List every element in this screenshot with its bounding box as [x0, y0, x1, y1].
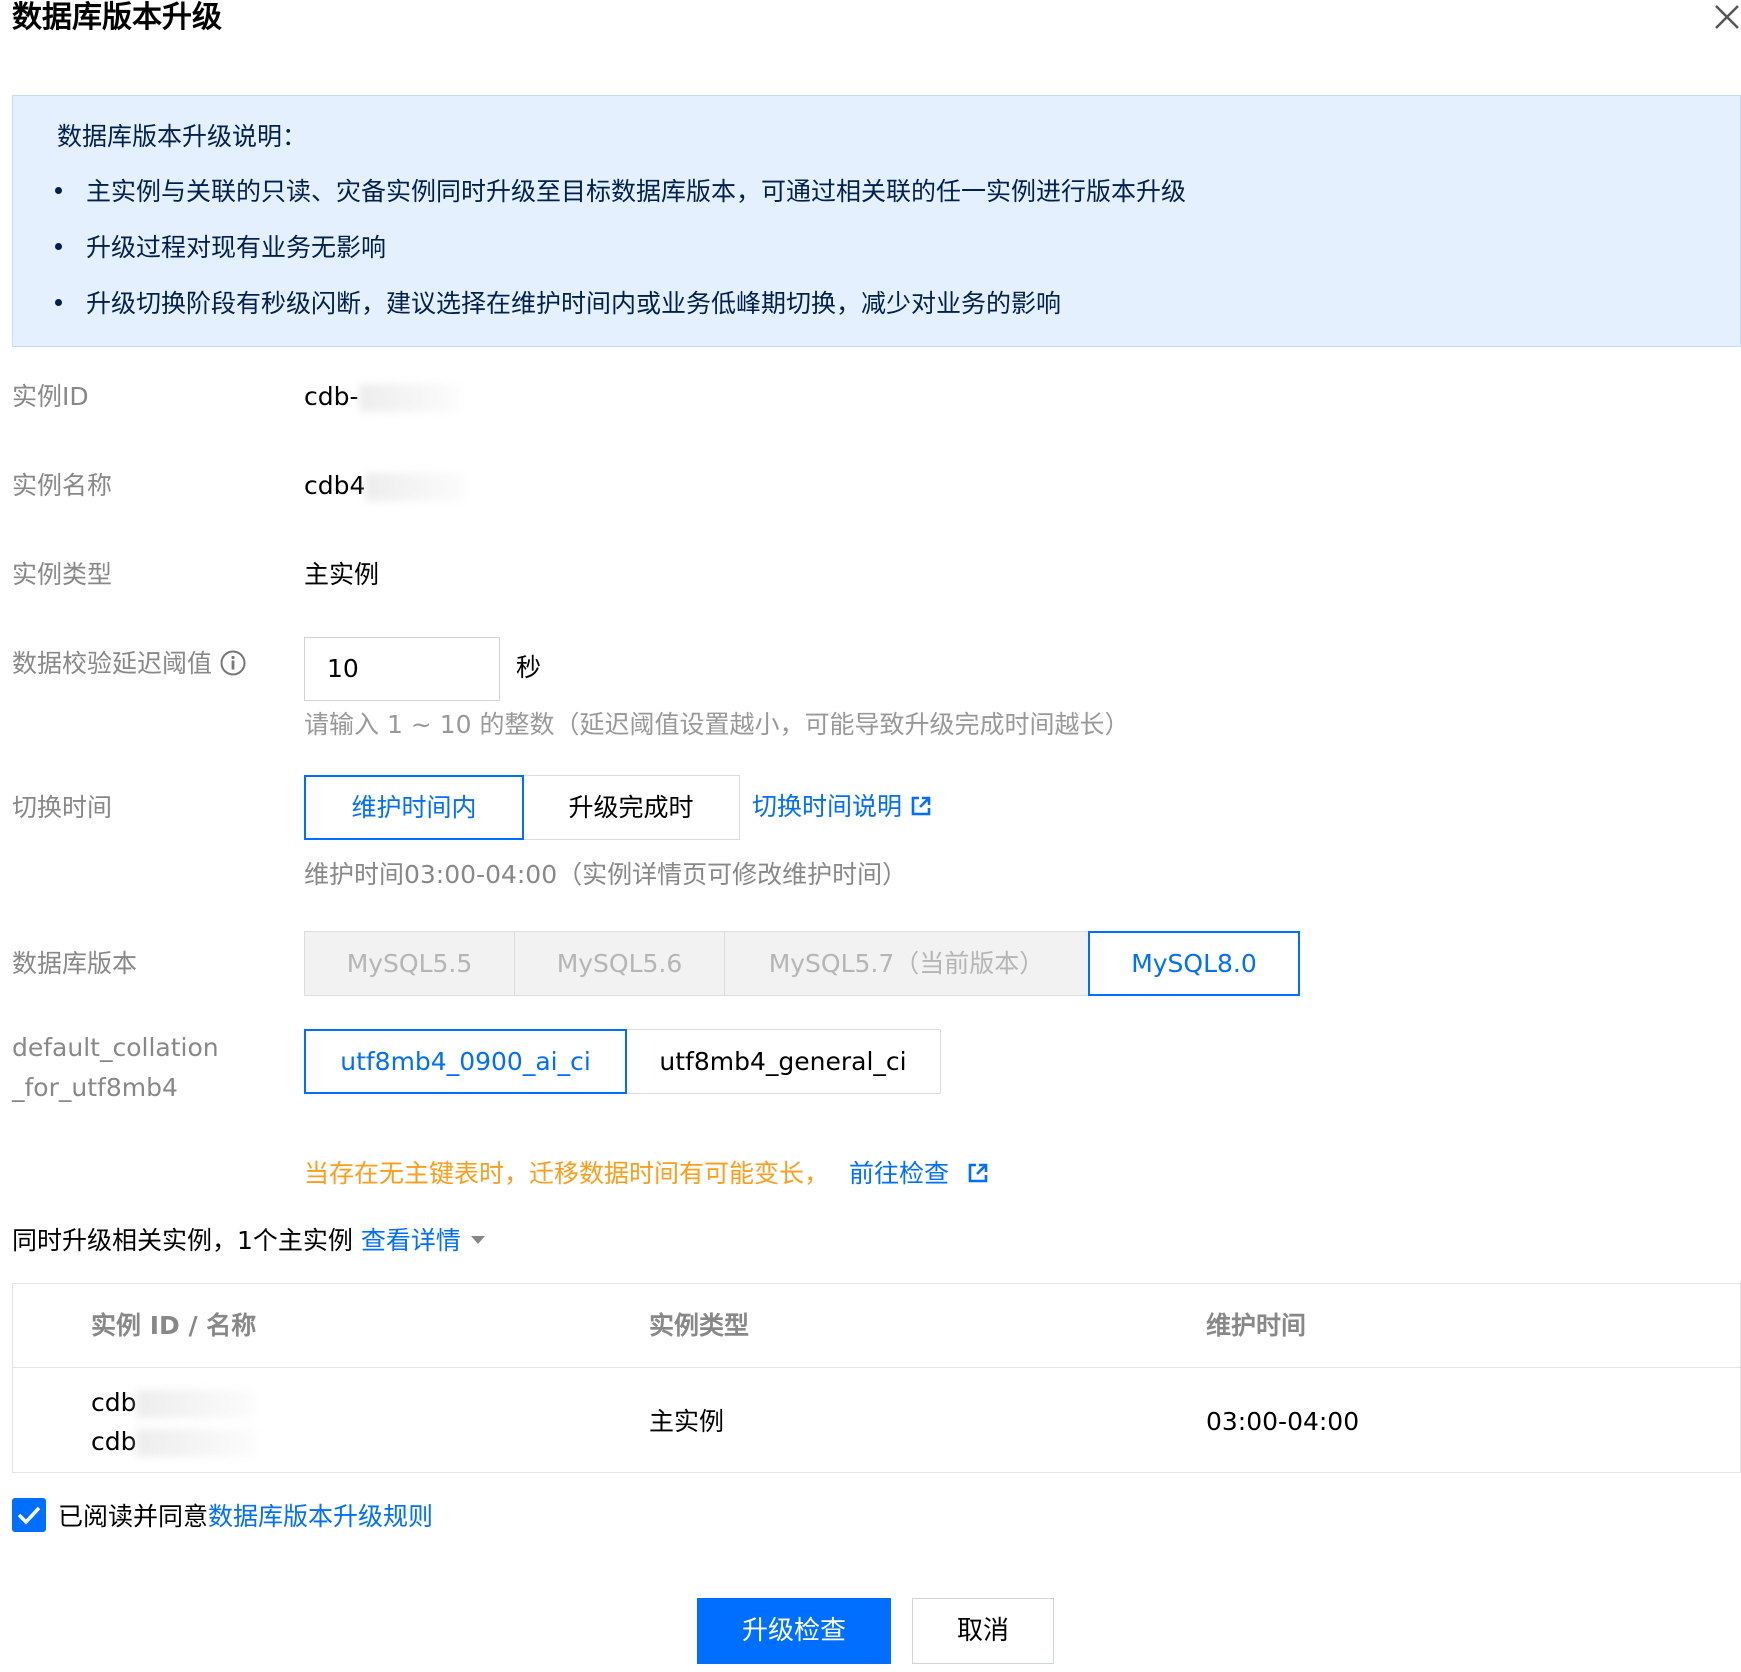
- switch-time-label: 切换时间: [12, 793, 113, 822]
- row-instance-name-text: cdb: [91, 1427, 137, 1456]
- delay-threshold-text: 数据校验延迟阈值: [12, 649, 213, 678]
- notice-heading: 数据库版本升级说明：: [57, 122, 308, 151]
- upgrade-rules-link[interactable]: 数据库版本升级规则: [208, 1502, 433, 1531]
- delay-threshold-hint: 请输入 1 ~ 10 的整数（延迟阈值设置越小，可能导致升级完成时间越长）: [304, 710, 1130, 739]
- check-link[interactable]: 前往检查: [849, 1159, 949, 1188]
- upgrade-check-button[interactable]: 升级检查: [697, 1598, 891, 1664]
- table-header: 实例 ID / 名称 实例类型 维护时间: [13, 1284, 1740, 1368]
- agreement-text: 已阅读并同意: [58, 1502, 209, 1531]
- column-header-id: 实例 ID / 名称: [91, 1311, 257, 1340]
- dialog-title: 数据库版本升级: [12, 0, 222, 35]
- agreement: 已阅读并同意数据库版本升级规则: [58, 1500, 433, 1534]
- collation-option-0900[interactable]: utf8mb4_0900_ai_ci: [304, 1029, 627, 1094]
- external-link-icon[interactable]: [967, 1162, 989, 1184]
- redacted-blur: [365, 473, 466, 501]
- cancel-button[interactable]: 取消: [912, 1598, 1054, 1664]
- version-option-mysql56[interactable]: MySQL5.6: [514, 931, 725, 996]
- no-primary-key-warning: 当存在无主键表时，迁移数据时间有可能变长， 前往检查: [304, 1157, 989, 1191]
- view-details-link[interactable]: 查看详情: [361, 1226, 461, 1255]
- related-instances-table: 实例 ID / 名称 实例类型 维护时间 cdb cdb 主实例 03:00-0…: [12, 1283, 1741, 1473]
- collation-label-line1: default_collation: [12, 1033, 219, 1062]
- switch-option-maintenance[interactable]: 维护时间内: [304, 775, 524, 840]
- switch-time-help[interactable]: 切换时间说明: [752, 790, 932, 824]
- notice-bullet: 主实例与关联的只读、灾备实例同时升级至目标数据库版本，可通过相关联的任一实例进行…: [55, 175, 1186, 209]
- collation-option-general[interactable]: utf8mb4_general_ci: [625, 1029, 941, 1094]
- related-instances: 同时升级相关实例，1个主实例 查看详情: [12, 1224, 485, 1258]
- collation-label-line2: _for_utf8mb4: [12, 1073, 178, 1102]
- column-header-maintenance: 维护时间: [1206, 1311, 1307, 1340]
- row-instance-type: 主实例: [649, 1407, 725, 1436]
- redacted-blur: [136, 1429, 257, 1457]
- agree-checkbox[interactable]: [12, 1498, 46, 1532]
- switch-time-help-link[interactable]: 切换时间说明: [752, 792, 902, 821]
- instance-name-label: 实例名称: [12, 471, 113, 500]
- version-option-mysql80[interactable]: MySQL8.0: [1088, 931, 1300, 996]
- related-text: 同时升级相关实例，1个主实例: [12, 1226, 353, 1255]
- version-option-mysql55[interactable]: MySQL5.5: [304, 931, 515, 996]
- close-icon[interactable]: [1712, 2, 1741, 32]
- delay-threshold-unit: 秒: [516, 653, 542, 682]
- row-maintenance-time: 03:00-04:00: [1206, 1407, 1360, 1436]
- upgrade-notice: 数据库版本升级说明： 主实例与关联的只读、灾备实例同时升级至目标数据库版本，可通…: [12, 95, 1741, 347]
- warning-text: 当存在无主键表时，迁移数据时间有可能变长，: [304, 1159, 830, 1188]
- bullet-dot: [55, 186, 62, 194]
- instance-id-text: cdb-: [304, 382, 359, 411]
- delay-threshold-label: 数据校验延迟阈值: [12, 647, 246, 681]
- redacted-blur: [136, 1390, 257, 1418]
- instance-name-text: cdb4: [304, 471, 366, 500]
- info-icon[interactable]: [220, 650, 246, 676]
- instance-name-value: cdb4: [304, 469, 466, 503]
- external-link-icon[interactable]: [910, 795, 932, 817]
- bullet-dot: [55, 298, 62, 306]
- bullet-dot: [55, 242, 62, 250]
- instance-id-value: cdb-: [304, 380, 459, 414]
- instance-type-value: 主实例: [304, 560, 380, 589]
- row-instance-id-text: cdb: [91, 1388, 137, 1417]
- delay-threshold-input[interactable]: 10: [304, 637, 500, 701]
- checkmark-icon: [17, 1506, 41, 1525]
- instance-type-label: 实例类型: [12, 560, 113, 589]
- instance-id-label: 实例ID: [12, 382, 89, 411]
- db-version-label: 数据库版本: [12, 949, 138, 978]
- notice-bullet-text: 主实例与关联的只读、灾备实例同时升级至目标数据库版本，可通过相关联的任一实例进行…: [86, 177, 1187, 206]
- version-option-mysql57[interactable]: MySQL5.7（当前版本）: [724, 931, 1089, 996]
- notice-bullet: 升级过程对现有业务无影响: [55, 231, 386, 265]
- chevron-down-icon[interactable]: [470, 1236, 485, 1244]
- switch-time-hint: 维护时间03:00-04:00（实例详情页可修改维护时间）: [304, 860, 908, 889]
- switch-option-after-upgrade[interactable]: 升级完成时: [522, 775, 740, 840]
- notice-bullet: 升级切换阶段有秒级闪断，建议选择在维护时间内或业务低峰期切换，减少对业务的影响: [55, 287, 1061, 321]
- row-instance-name: cdb: [91, 1425, 257, 1459]
- redacted-blur: [358, 384, 459, 412]
- notice-bullet-text: 升级切换阶段有秒级闪断，建议选择在维护时间内或业务低峰期切换，减少对业务的影响: [86, 289, 1062, 318]
- notice-bullet-text: 升级过程对现有业务无影响: [86, 233, 387, 262]
- row-instance-id: cdb: [91, 1386, 257, 1420]
- column-header-type: 实例类型: [649, 1311, 750, 1340]
